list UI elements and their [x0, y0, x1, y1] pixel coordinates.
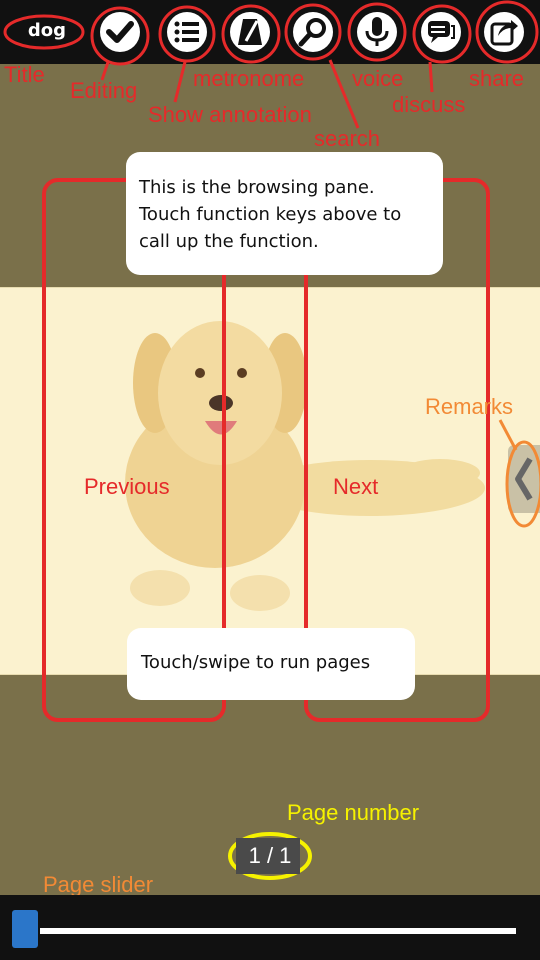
page-slider-thumb[interactable] [12, 910, 38, 948]
discuss-annotation: discuss [392, 92, 466, 117]
page-slider-track[interactable] [40, 928, 516, 934]
instruction-line: call up the function. [139, 231, 319, 252]
swipe-hint: Touch/swipe to run pages [127, 628, 415, 700]
metronome-annotation: metronome [193, 66, 305, 91]
instruction-line: This is the browsing pane. [139, 177, 375, 198]
instruction-line: Touch function keys above to [139, 204, 402, 225]
title-annotation: Title [4, 62, 45, 87]
page-number-annotation: Page number [287, 800, 420, 825]
show-annotation-annotation: Show annotation [148, 102, 312, 127]
voice-annotation: voice [352, 66, 404, 91]
search-annotation: search [314, 126, 381, 151]
share-annotation: share [469, 66, 525, 91]
annotation-overlay [3, 0, 540, 958]
browsing-pane-instruction: This is the browsing pane. Touch functio… [126, 152, 443, 275]
page-number: 1 / 1 [248, 843, 292, 868]
remarks-annotation: Remarks [425, 394, 514, 419]
editing-annotation: Editing [70, 78, 138, 103]
